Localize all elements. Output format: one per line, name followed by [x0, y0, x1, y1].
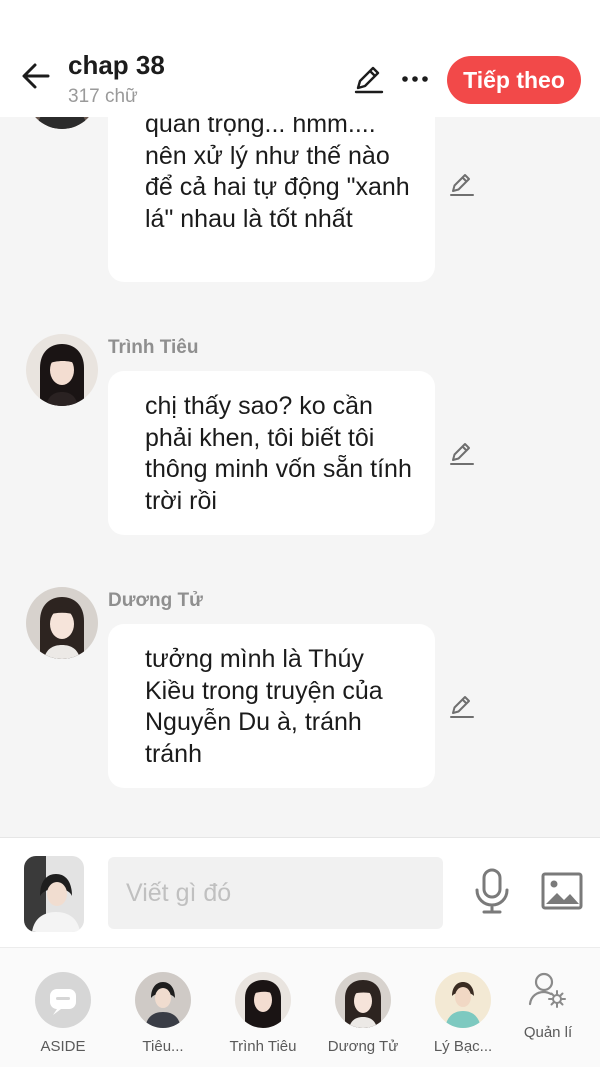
back-arrow-icon[interactable] [18, 58, 54, 94]
aside-icon [35, 972, 91, 1028]
message-text: chị thấy sao? ko cần phải khen, tôi biết… [145, 392, 412, 515]
nav-label: Dương Tử [327, 1038, 399, 1055]
speaker-name: Trình Tiêu [108, 337, 199, 358]
composer-bar [0, 837, 600, 947]
edit-message-icon[interactable] [448, 170, 476, 198]
edit-message-icon[interactable] [448, 439, 476, 467]
image-icon[interactable] [541, 872, 583, 910]
microphone-icon[interactable] [473, 868, 511, 914]
speaker-name: Dương Tử [108, 590, 203, 611]
edit-icon[interactable] [352, 62, 386, 96]
message-text: quan trọng... hmm.... nên xử lý như thế … [145, 117, 410, 233]
bottom-navigation: ASIDE Tiêu... Trình Tiêu Dương Tử Lý Bạc… [0, 947, 600, 1067]
edit-message-icon[interactable] [448, 692, 476, 720]
word-count: 317 chữ [68, 86, 138, 107]
character-avatar [435, 972, 491, 1028]
character-avatar [335, 972, 391, 1028]
nav-label: ASIDE [40, 1038, 86, 1055]
nav-item-aside[interactable]: ASIDE [13, 948, 113, 1067]
nav-label: Trình Tiêu [229, 1038, 297, 1055]
nav-item-manage[interactable]: Quản lí [498, 948, 598, 1067]
next-chapter-button[interactable]: Tiếp theo [447, 56, 581, 104]
message-avatar[interactable] [26, 334, 98, 406]
nav-item-character[interactable]: Trình Tiêu [213, 948, 313, 1067]
top-bar: chap 38 317 chữ Tiếp theo [0, 0, 600, 117]
nav-item-character[interactable]: Dương Tử [313, 948, 413, 1067]
current-character-avatar[interactable] [24, 856, 84, 932]
message-text: tưởng mình là Thúy Kiều trong truyện của… [145, 645, 383, 768]
message-list[interactable]: quan trọng... hmm.... nên xử lý như thế … [0, 117, 600, 837]
nav-label: Tiêu... [142, 1038, 184, 1055]
message-avatar[interactable] [26, 117, 98, 129]
message-avatar[interactable] [26, 587, 98, 659]
message-bubble[interactable]: quan trọng... hmm.... nên xử lý như thế … [108, 117, 435, 282]
message-input[interactable] [108, 857, 443, 929]
chapter-title: chap 38 [68, 50, 165, 80]
message-bubble[interactable]: chị thấy sao? ko cần phải khen, tôi biết… [108, 371, 435, 535]
character-avatar [235, 972, 291, 1028]
nav-label: Quản lí [523, 1024, 573, 1041]
user-settings-icon [520, 968, 576, 1024]
character-avatar [135, 972, 191, 1028]
nav-item-character[interactable]: Tiêu... [113, 948, 213, 1067]
more-options-icon[interactable] [398, 62, 432, 96]
message-bubble[interactable]: tưởng mình là Thúy Kiều trong truyện của… [108, 624, 435, 788]
